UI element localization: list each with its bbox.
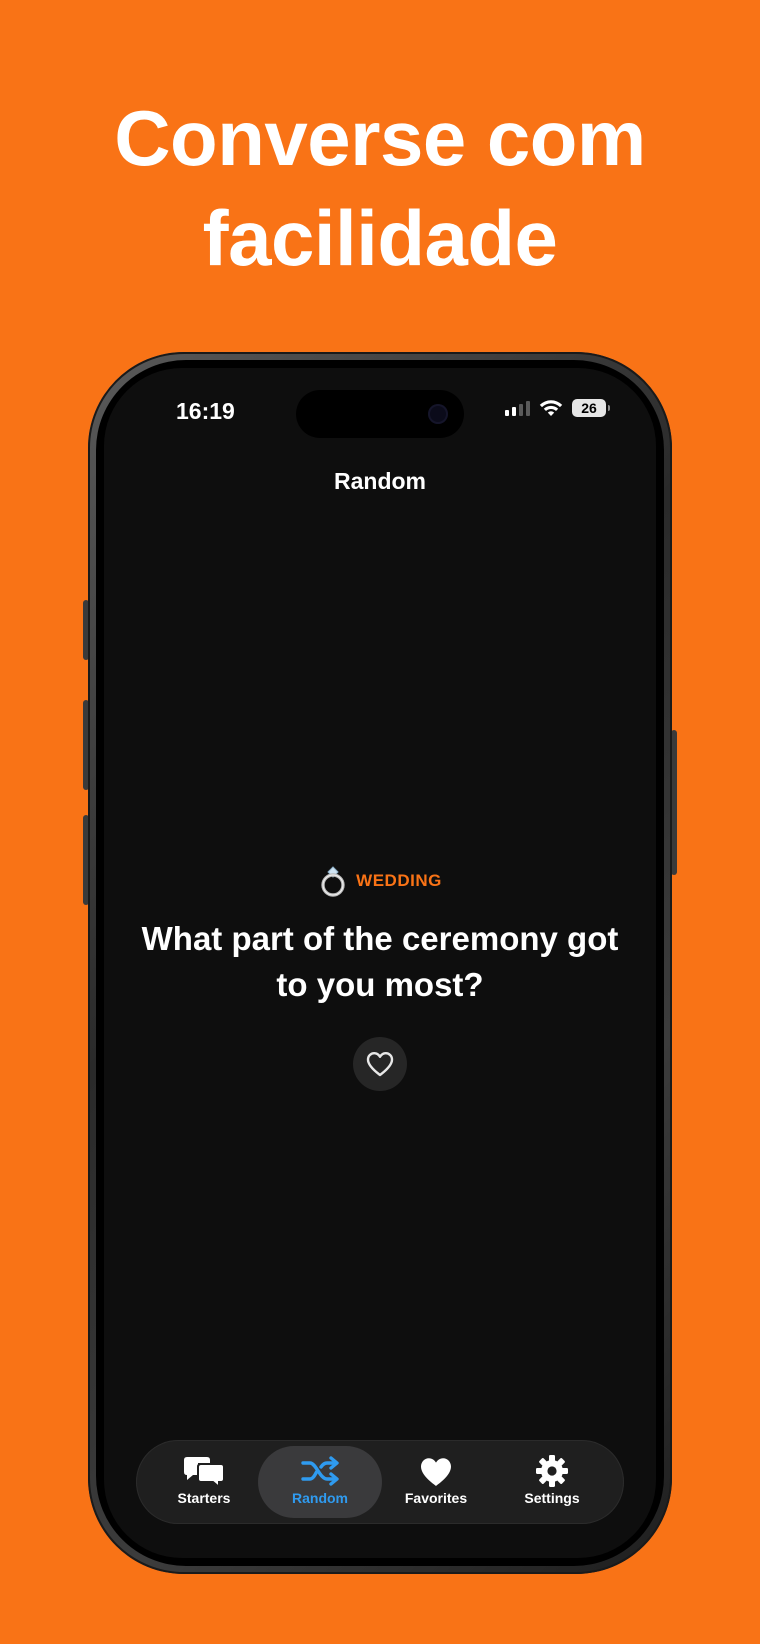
cellular-signal-icon: [505, 400, 530, 416]
gear-icon: [536, 1455, 568, 1487]
category-badge: WEDDING: [104, 864, 656, 898]
status-indicators: 26: [505, 399, 610, 417]
camera-icon: [428, 404, 448, 424]
category-label: WEDDING: [356, 871, 442, 890]
tab-random[interactable]: Random: [258, 1446, 382, 1518]
status-time: 16:19: [176, 398, 235, 424]
favorite-button[interactable]: [353, 1037, 407, 1091]
battery-icon: 26: [572, 399, 610, 417]
ring-icon: [321, 866, 345, 897]
speech-bubbles-icon: [184, 1457, 225, 1488]
tab-starters[interactable]: Starters: [142, 1446, 266, 1518]
shuffle-icon: [301, 1456, 339, 1486]
headline-line-2: facilidade: [202, 194, 558, 282]
tab-favorites[interactable]: Favorites: [374, 1446, 498, 1518]
app-screen: 16:19 26 Random WEDDING What part of the…: [104, 368, 656, 1558]
tab-label: Favorites: [404, 1490, 468, 1506]
heart-icon: [421, 1458, 451, 1486]
wifi-icon: [539, 400, 563, 416]
tab-bar: Starters Random Favorites Settings: [136, 1440, 624, 1524]
tab-settings[interactable]: Settings: [490, 1446, 614, 1518]
dynamic-island: [296, 390, 464, 438]
tab-label: Starters: [177, 1490, 231, 1506]
tab-label: Random: [292, 1490, 348, 1506]
tab-label: Settings: [524, 1490, 580, 1506]
page-title: Random: [334, 468, 426, 494]
headline-line-1: Converse com: [114, 94, 646, 182]
question-text: What part of the ceremony got to you mos…: [141, 920, 619, 1003]
marketing-headline: Converse com facilidade: [0, 88, 760, 288]
heart-outline-icon: [366, 1052, 394, 1077]
